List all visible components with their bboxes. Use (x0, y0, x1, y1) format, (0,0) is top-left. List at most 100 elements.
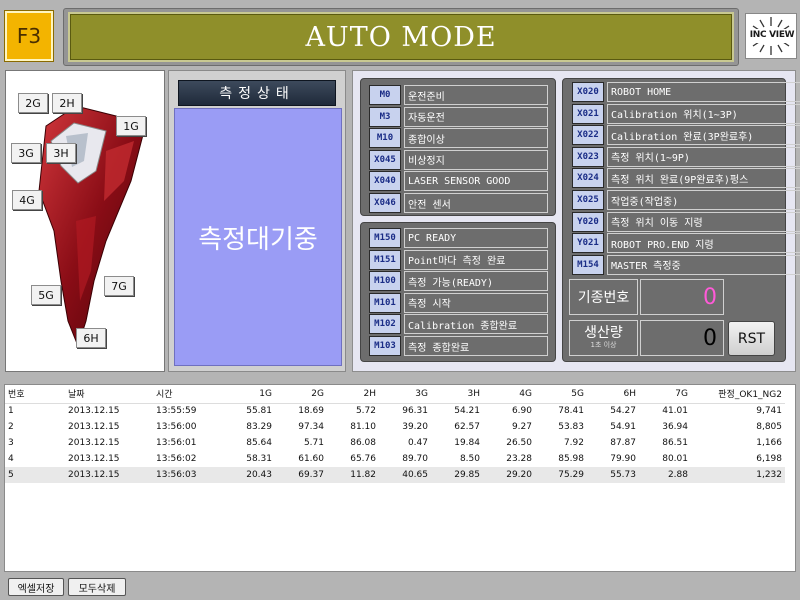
column-header[interactable]: 시간 (153, 385, 223, 404)
table-cell: 83.29 (246, 422, 272, 432)
io-address-code: X046 (369, 193, 401, 213)
table-cell: 23.28 (506, 454, 532, 464)
table-cell: 6.90 (511, 406, 532, 417)
column-header[interactable]: 3G (379, 385, 431, 404)
point-tag-4g: 4G (12, 190, 42, 210)
table-cell: 1,166 (756, 438, 782, 448)
io-address-code: M10 (369, 128, 401, 149)
table-cell: 5 (5, 467, 65, 483)
column-header[interactable]: 2H (327, 385, 379, 404)
point-tag-3h: 3H (46, 143, 76, 163)
column-header[interactable]: 판정_OK1_NG2 (691, 385, 785, 404)
table-cell: 2.88 (639, 467, 691, 483)
io-address-code: X023 (572, 146, 604, 167)
column-header[interactable]: 4G (483, 385, 535, 404)
io-signal-label: 측정 시작 (404, 292, 548, 313)
io-signal-label: ROBOT HOME (607, 82, 800, 102)
io-row: X023 측정 위치(1~9P) (572, 146, 800, 167)
io-row: M151 Point마다 측정 완료 (369, 249, 548, 270)
io-signal-label: Point마다 측정 완료 (404, 249, 548, 270)
io-signal-label: 측정 위치(1~9P) (607, 146, 800, 167)
io-row: M0 운전준비 (369, 85, 548, 105)
table-cell: 2013.12.15 (68, 422, 120, 432)
point-tag-6h: 6H (76, 328, 106, 348)
column-header[interactable]: 1G (223, 385, 275, 404)
io-address-code: X045 (369, 149, 401, 170)
column-header[interactable]: 2G (275, 385, 327, 404)
io-signal-label: 안전 센서 (404, 193, 548, 213)
logo-text: INC VIEW (749, 30, 795, 40)
io-row: X020 ROBOT HOME (572, 82, 800, 102)
table-cell: 54.21 (454, 406, 480, 417)
point-tag-7g: 7G (104, 276, 134, 296)
point-tag-5g: 5G (31, 285, 61, 305)
io-row: X045 비상정지 (369, 149, 548, 170)
io-signal-label: 비상정지 (404, 149, 548, 170)
table-cell: 29.85 (431, 467, 483, 483)
table-header-row: 번호 날짜 시간 1G 2G 2H 3G 3H 4G 5G 6H 7G 판정_OK1_NG2 (5, 385, 785, 404)
io-row: M154 MASTER 측정중 (572, 254, 800, 275)
column-header[interactable]: 3H (431, 385, 483, 404)
io-address-code: X021 (572, 103, 604, 124)
table-cell: 81.10 (350, 422, 376, 432)
table-cell: 9,741 (756, 406, 782, 417)
io-address-code: M151 (369, 249, 401, 270)
excel-save-button[interactable]: 엑셀저장 (8, 578, 64, 596)
io-signal-label: Calibration 위치(1~3P) (607, 103, 800, 124)
io-signal-label: PC READY (404, 228, 548, 248)
measurement-table: 번호 날짜 시간 1G 2G 2H 3G 3H 4G 5G 6H 7G 판정_OK1_NG2 1 2013… (4, 384, 796, 572)
table-cell: 41.01 (662, 406, 688, 417)
table-cell: 13:56:01 (156, 438, 197, 448)
column-header[interactable]: 5G (535, 385, 587, 404)
table-row[interactable]: 2 2013.12.15 13:56:00 83.29 97.34 81.10 39.20 6… (5, 419, 785, 435)
table-cell: 7.92 (563, 438, 584, 448)
io-signal-label: 자동운전 (404, 106, 548, 127)
column-header[interactable]: 6H (587, 385, 639, 404)
io-signal-label: 측정 위치 완료(9P완료후)펑스 (607, 168, 800, 189)
io-address-code: M154 (572, 254, 604, 275)
io-signal-label: Calibration 완료(3P완료후) (607, 125, 800, 146)
io-address-code: M3 (369, 106, 401, 127)
table-cell: 26.50 (506, 438, 532, 448)
io-row: X022 Calibration 완료(3P완료후) (572, 125, 800, 146)
table-cell: 39.20 (402, 422, 428, 432)
table-cell: 55.81 (246, 406, 272, 417)
table-cell: 13:56:00 (156, 422, 197, 432)
table-cell: 79.90 (610, 454, 636, 464)
reset-button[interactable]: RST (728, 321, 775, 356)
table-cell: 1,232 (691, 467, 785, 483)
table-row[interactable]: 5 2013.12.15 13:56:03 20.43 69.37 11.82 40.65 2… (5, 467, 785, 483)
io-row: X024 측정 위치 완료(9P완료후)펑스 (572, 168, 800, 189)
status-heading: 측정상태 (178, 80, 336, 106)
io-address-code: X025 (572, 190, 604, 210)
io-signal-label: Calibration 종합완료 (404, 314, 548, 335)
table-cell: 85.98 (558, 454, 584, 464)
table-row[interactable]: 3 2013.12.15 13:56:01 85.64 5.71 86.08 0.47 19.… (5, 435, 785, 451)
table-cell: 62.57 (454, 422, 480, 432)
table-cell: 4 (8, 454, 14, 464)
io-signal-label: 작업중(작업중) (607, 190, 800, 210)
io-row: X040 LASER SENSOR GOOD (369, 171, 548, 192)
io-row: Y020 측정 위치 이동 지령 (572, 211, 800, 232)
column-header[interactable]: 번호 (5, 385, 65, 404)
table-cell: 2013.12.15 (65, 467, 153, 483)
production-count-value: 0 (640, 320, 724, 356)
io-row: X025 작업중(작업중) (572, 190, 800, 210)
io-row: Y021 ROBOT PRO.END 지령 (572, 233, 800, 254)
table-cell: 75.29 (535, 467, 587, 483)
page-title: AUTO MODE (68, 12, 734, 62)
table-cell: 85.64 (246, 438, 272, 448)
delete-all-button[interactable]: 모두삭제 (68, 578, 126, 596)
io-signal-label: 측정 위치 이동 지령 (607, 211, 800, 232)
table-cell: 8,805 (756, 422, 782, 432)
company-logo: INC VIEW (745, 13, 797, 59)
io-row: M103 측정 종합완료 (369, 336, 548, 356)
f3-mode-button[interactable]: F3 (5, 11, 53, 61)
table-row[interactable]: 4 2013.12.15 13:56:02 58.31 61.60 65.76 89.70 8… (5, 451, 785, 467)
column-header[interactable]: 날짜 (65, 385, 153, 404)
column-header[interactable]: 7G (639, 385, 691, 404)
production-count-sublabel: 1초 이상 (590, 341, 617, 349)
io-row: M10 종합이상 (369, 128, 548, 149)
table-row[interactable]: 1 2013.12.15 13:55:59 55.81 18.69 5.72 96.31 54… (5, 403, 785, 419)
production-count-label-box: 생산량 1초 이상 (569, 320, 638, 356)
